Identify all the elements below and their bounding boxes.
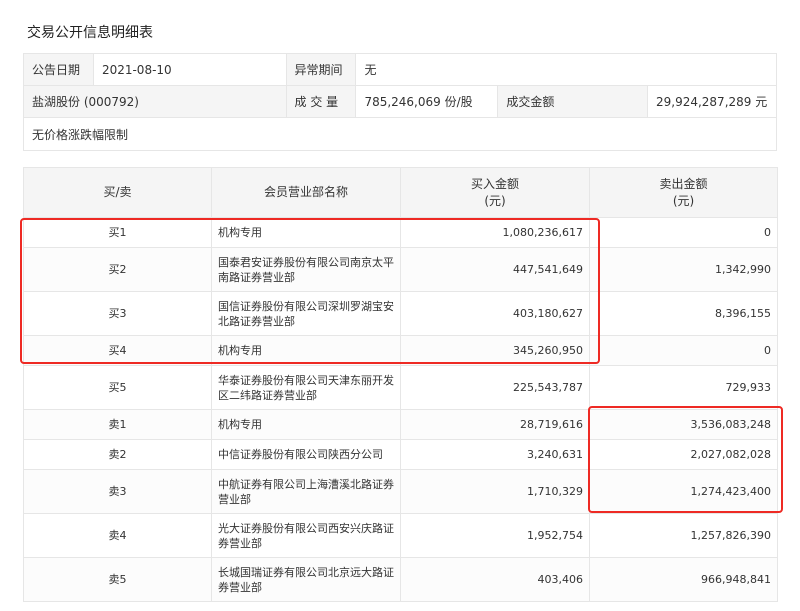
row-side: 买1	[23, 217, 212, 248]
header-sell-label: 卖出金额	[659, 176, 708, 191]
row-sell-amount: 1,274,423,400	[589, 469, 778, 514]
row-buy-amount: 225,543,787	[400, 365, 590, 410]
row-buy-amount: 28,719,616	[400, 409, 590, 440]
row-broker: 华泰证券股份有限公司天津东丽开发区二纬路证券营业部	[211, 365, 401, 410]
table-row: 卖1 机构专用 28,719,616 3,536,083,248	[23, 409, 778, 440]
table-row: 卖4 光大证券股份有限公司西安兴庆路证券营业部 1,952,754 1,257,…	[23, 513, 778, 558]
turnover-value: 29,924,287,289 元	[646, 85, 778, 118]
row-sell-amount: 1,342,990	[589, 247, 778, 292]
row-side: 卖3	[23, 469, 212, 514]
stock-info-table: 公告日期 2021-08-10 异常期间 无 盐湖股份 (000792) 成 交…	[23, 53, 778, 151]
row-broker: 国泰君安证券股份有限公司南京太平南路证券营业部	[211, 247, 401, 292]
row-broker: 中信证券股份有限公司陕西分公司	[211, 439, 401, 470]
row-sell-amount: 1,257,826,390	[589, 513, 778, 558]
row-side: 卖4	[23, 513, 212, 558]
row-sell-amount: 3,536,083,248	[589, 409, 778, 440]
header-broker: 会员营业部名称	[211, 167, 401, 218]
table-row: 卖2 中信证券股份有限公司陕西分公司 3,240,631 2,027,082,0…	[23, 439, 778, 470]
table-header-row: 买/卖 会员营业部名称 买入金额 (元) 卖出金额 (元)	[23, 167, 778, 218]
header-buy-label: 买入金额	[470, 176, 519, 191]
page-title: 交易公开信息明细表	[27, 25, 153, 41]
volume-label: 成 交 量	[285, 85, 357, 118]
price-limit-note: 无价格涨跌幅限制	[23, 117, 777, 151]
row-broker: 机构专用	[211, 217, 401, 248]
row-buy-amount: 1,952,754	[400, 513, 590, 558]
table-row: 卖5 长城国瑞证券有限公司北京远大路证券营业部 403,406 966,948,…	[23, 557, 778, 602]
row-side: 买2	[23, 247, 212, 292]
header-sell-unit: (元)	[672, 193, 695, 208]
row-side: 卖2	[23, 439, 212, 470]
row-buy-amount: 345,260,950	[400, 335, 590, 366]
header-buy-unit: (元)	[484, 193, 506, 208]
row-side: 卖1	[23, 409, 212, 440]
announce-date-label: 公告日期	[23, 53, 94, 86]
row-broker: 机构专用	[211, 335, 401, 366]
table-row: 买2 国泰君安证券股份有限公司南京太平南路证券营业部 447,541,649 1…	[23, 247, 778, 292]
header-side: 买/卖	[23, 167, 212, 218]
abnormal-period-label: 异常期间	[285, 53, 357, 86]
row-broker: 光大证券股份有限公司西安兴庆路证券营业部	[211, 513, 401, 558]
row-buy-amount: 447,541,649	[400, 247, 590, 292]
volume-value: 785,246,069 份/股	[355, 85, 499, 118]
row-sell-amount: 0	[589, 335, 778, 366]
row-side: 买3	[23, 291, 212, 336]
row-side: 卖5	[23, 557, 212, 602]
row-buy-amount: 403,180,627	[400, 291, 590, 336]
row-broker: 国信证券股份有限公司深圳罗湖宝安北路证券营业部	[211, 291, 401, 336]
row-buy-amount: 1,080,236,617	[400, 217, 590, 248]
row-side: 买4	[23, 335, 212, 366]
stock-name-code: 盐湖股份 (000792)	[23, 85, 287, 118]
row-side: 买5	[23, 365, 212, 410]
row-buy-amount: 403,406	[400, 557, 590, 602]
row-sell-amount: 2,027,082,028	[589, 439, 778, 470]
table-row: 买1 机构专用 1,080,236,617 0	[23, 217, 778, 248]
abnormal-period-value: 无	[355, 53, 777, 86]
row-sell-amount: 8,396,155	[589, 291, 778, 336]
broker-detail-table: 买/卖 会员营业部名称 买入金额 (元) 卖出金额 (元) 买1 机构专用 1,…	[23, 167, 778, 602]
row-buy-amount: 1,710,329	[400, 469, 590, 514]
header-sell-amount: 卖出金额 (元)	[589, 167, 778, 218]
announce-date-value: 2021-08-10	[92, 53, 287, 86]
table-row: 买3 国信证券股份有限公司深圳罗湖宝安北路证券营业部 403,180,627 8…	[23, 291, 778, 336]
row-sell-amount: 729,933	[589, 365, 778, 410]
row-sell-amount: 966,948,841	[589, 557, 778, 602]
header-buy-amount: 买入金额 (元)	[400, 167, 590, 218]
row-buy-amount: 3,240,631	[400, 439, 590, 470]
turnover-label: 成交金额	[497, 85, 648, 118]
row-broker: 中航证券有限公司上海漕溪北路证券营业部	[211, 469, 401, 514]
row-sell-amount: 0	[589, 217, 778, 248]
table-row: 买4 机构专用 345,260,950 0	[23, 335, 778, 366]
row-broker: 长城国瑞证券有限公司北京远大路证券营业部	[211, 557, 401, 602]
table-row: 买5 华泰证券股份有限公司天津东丽开发区二纬路证券营业部 225,543,787…	[23, 365, 778, 410]
row-broker: 机构专用	[211, 409, 401, 440]
table-row: 卖3 中航证券有限公司上海漕溪北路证券营业部 1,710,329 1,274,4…	[23, 469, 778, 514]
